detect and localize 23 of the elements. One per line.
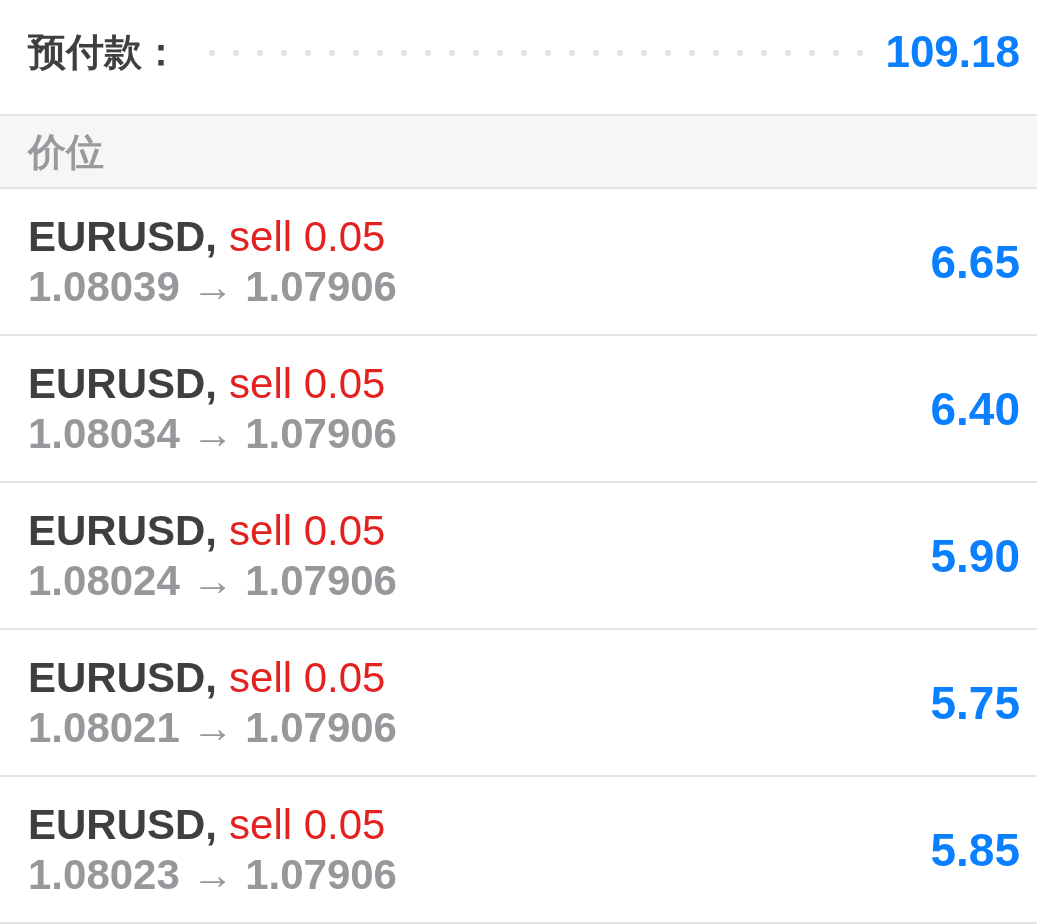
price-range: 1.08034 → 1.07906 [28,408,397,459]
section-title: 价位 [28,129,104,175]
symbol-text: EURUSD, [28,505,218,556]
order-text: sell 0.05 [229,211,386,262]
symbol-text: EURUSD, [28,211,218,262]
profit-value: 5.75 [930,676,1020,729]
profit-value: 6.65 [930,235,1020,288]
order-text: sell 0.05 [229,505,386,556]
symbol-text: EURUSD, [28,358,218,409]
order-text: sell 0.05 [229,358,386,409]
price-range: 1.08039 → 1.07906 [28,261,397,312]
profit-value: 5.90 [930,529,1020,582]
profit-value: 5.85 [930,823,1020,876]
symbol-text: EURUSD, [28,652,218,703]
order-text: sell 0.05 [229,652,386,703]
profit-value: 6.40 [930,382,1020,435]
order-text: sell 0.05 [229,799,386,850]
price-range: 1.08021 → 1.07906 [28,702,397,753]
summary-label: 预付款： [28,30,180,75]
price-range: 1.08024 → 1.07906 [28,555,397,606]
price-range: 1.08023 → 1.07906 [28,849,397,900]
summary-value: 109.18 [885,28,1020,76]
symbol-text: EURUSD, [28,799,218,850]
